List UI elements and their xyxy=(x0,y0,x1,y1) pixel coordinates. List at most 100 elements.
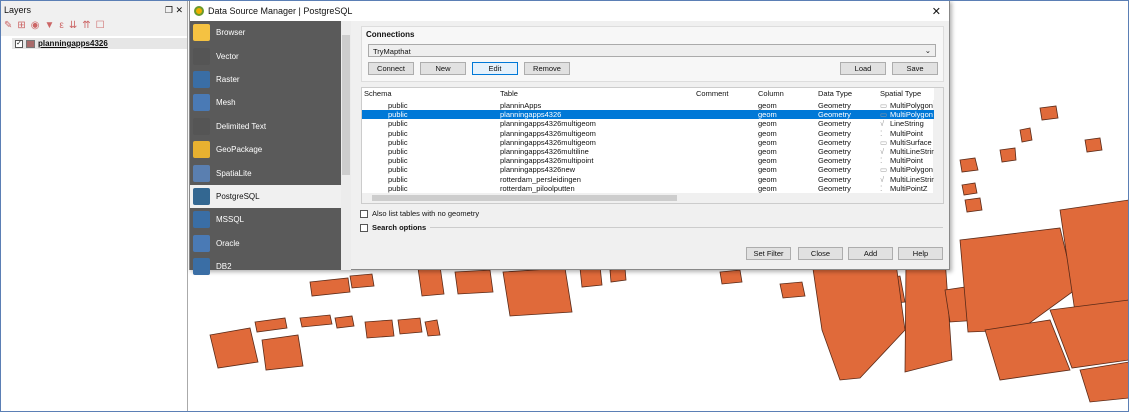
cell: public xyxy=(388,147,408,156)
connect-button[interactable]: Connect xyxy=(368,62,414,75)
style-icon[interactable]: ✎ xyxy=(4,20,12,34)
map-feature[interactable] xyxy=(424,319,441,337)
cell: planninApps xyxy=(500,101,542,110)
table-row[interactable]: public planningapps4326multigeom geom Geome… xyxy=(362,119,934,128)
sidebar-item-vector[interactable]: Vector xyxy=(190,44,341,67)
connection-select[interactable]: TryMapthat ⌄ xyxy=(368,44,936,57)
load-button[interactable]: Load xyxy=(840,62,886,75)
cell: planningapps4326new xyxy=(500,165,576,175)
sidebar-item-mesh[interactable]: Mesh xyxy=(190,91,341,114)
table-row[interactable]: public planningapps4326multiline geom Geome… xyxy=(362,147,934,156)
collapse-icon[interactable]: ⇈ xyxy=(82,20,90,34)
map-feature[interactable] xyxy=(999,147,1017,163)
map-feature[interactable] xyxy=(609,267,627,283)
sidebar-item-raster[interactable]: Raster xyxy=(190,68,341,91)
tables-list[interactable]: Schema Table Comment Column Data Type Spatial… xyxy=(361,87,944,204)
table-horizontal-scrollbar[interactable] xyxy=(362,193,943,203)
expression-icon[interactable]: ε xyxy=(59,20,63,34)
also-list-option[interactable]: Also list tables with no geometry xyxy=(360,209,479,218)
column-header[interactable]: Column xyxy=(758,88,784,100)
map-feature[interactable] xyxy=(1084,137,1103,153)
layer-visibility-checkbox[interactable]: ✓ xyxy=(15,39,23,48)
cell: public xyxy=(388,165,408,175)
sidebar-item-postgresql[interactable]: PostgreSQL xyxy=(190,184,341,209)
map-feature[interactable] xyxy=(254,317,288,333)
sidebar-item-mssql[interactable]: MSSQL xyxy=(190,208,341,231)
map-feature[interactable] xyxy=(397,317,423,335)
map-feature[interactable] xyxy=(349,273,375,289)
map-feature[interactable] xyxy=(904,257,953,373)
new-button[interactable]: New xyxy=(420,62,466,75)
map-feature[interactable] xyxy=(261,334,304,371)
layer-item[interactable]: ✓ planningapps4326 xyxy=(12,38,187,49)
sidebar-item-label: Browser xyxy=(216,28,246,38)
map-feature[interactable] xyxy=(309,277,351,297)
sidebar-item-oracle[interactable]: Oracle xyxy=(190,232,341,255)
cell: MultiSurface xyxy=(890,137,932,147)
sidebar-item-geopackage[interactable]: GeoPackage xyxy=(190,138,341,161)
sidebar-item-label: PostgreSQL xyxy=(216,191,260,201)
cell: rotterdam_piloolputten xyxy=(500,183,575,193)
cell: MultiLineString xyxy=(890,174,934,184)
cell: MultiPolygon xyxy=(890,101,933,110)
map-feature[interactable] xyxy=(811,255,906,381)
table-row[interactable]: public planningapps4326multipoint geom Geom… xyxy=(362,156,934,165)
sidebar-item-db2[interactable]: DB2 xyxy=(190,255,341,278)
search-options[interactable]: Search options xyxy=(360,223,943,232)
column-header[interactable]: Data Type xyxy=(818,88,852,100)
table-row[interactable]: public rotterdam_piloolputten geom Geometry… xyxy=(362,184,934,193)
table-row[interactable]: public planningapps4326 geom Geometry MultiP… xyxy=(362,110,934,120)
sidebar-item-label: Delimited Text xyxy=(216,121,267,131)
column-header[interactable]: Schema xyxy=(364,88,392,100)
filter-icon[interactable]: ▼ xyxy=(45,20,55,34)
geometry-type-icon: √ xyxy=(880,174,885,184)
map-feature[interactable] xyxy=(454,269,494,295)
sidebar-item-browser[interactable]: Browser xyxy=(190,21,341,44)
close-button[interactable]: Close xyxy=(798,247,843,260)
table-row[interactable]: public planningapps4326multigeom geom Geome… xyxy=(362,129,934,138)
connections-group: Connections TryMapthat ⌄ Connect New Edit… xyxy=(361,26,944,82)
map-feature[interactable] xyxy=(1019,127,1033,143)
map-feature[interactable] xyxy=(719,269,743,285)
vector-icon xyxy=(193,47,210,65)
sidebar-item-label: Raster xyxy=(216,74,240,84)
remove-button[interactable]: Remove xyxy=(524,62,570,75)
table-row[interactable]: public rotterdam_persleidingen geom Geometr… xyxy=(362,175,934,184)
sidebar-scrollbar[interactable] xyxy=(341,21,351,270)
panel-controls[interactable]: ❐ ✕ xyxy=(165,5,183,15)
sidebar-item-spatialite[interactable]: SpatiaLite xyxy=(190,161,341,184)
table-row[interactable]: public planninApps geom Geometry MultiPolygo… xyxy=(362,101,934,110)
sidebar-item-delimited-text[interactable]: Delimited Text xyxy=(190,115,341,138)
map-feature[interactable] xyxy=(299,314,333,328)
search-options-checkbox[interactable] xyxy=(360,223,368,232)
map-feature[interactable] xyxy=(779,281,806,299)
map-feature[interactable] xyxy=(364,319,395,339)
db2-icon xyxy=(193,258,210,276)
map-feature[interactable] xyxy=(417,265,445,297)
table-row[interactable]: public planningapps4326multigeom geom Geome… xyxy=(362,138,934,147)
table-row[interactable]: public planningapps4326new geom Geometry Mul… xyxy=(362,165,934,174)
map-feature[interactable] xyxy=(961,182,978,196)
map-feature[interactable] xyxy=(502,267,573,317)
column-header[interactable]: Comment xyxy=(696,88,729,100)
map-feature[interactable] xyxy=(964,197,983,213)
visibility-icon[interactable]: ◉ xyxy=(31,20,40,34)
map-feature[interactable] xyxy=(334,315,355,329)
add-group-icon[interactable]: ⊞ xyxy=(17,20,25,34)
save-button[interactable]: Save xyxy=(892,62,938,75)
help-button[interactable]: Help xyxy=(898,247,943,260)
expand-icon[interactable]: ⇊ xyxy=(69,20,77,34)
add-button[interactable]: Add xyxy=(848,247,893,260)
map-feature[interactable] xyxy=(1039,105,1059,121)
map-feature[interactable] xyxy=(1059,199,1129,313)
remove-layer-icon[interactable]: ☐ xyxy=(96,20,105,34)
map-feature[interactable] xyxy=(209,327,259,369)
map-feature[interactable] xyxy=(959,157,979,173)
column-header[interactable]: Spatial Type xyxy=(880,88,921,100)
column-header[interactable]: Table xyxy=(500,88,518,100)
set-filter-button[interactable]: Set Filter xyxy=(746,247,791,260)
map-feature[interactable] xyxy=(1079,361,1129,403)
also-list-checkbox[interactable] xyxy=(360,209,368,218)
edit-button[interactable]: Edit xyxy=(472,62,518,75)
close-icon[interactable]: ✕ xyxy=(932,5,941,18)
